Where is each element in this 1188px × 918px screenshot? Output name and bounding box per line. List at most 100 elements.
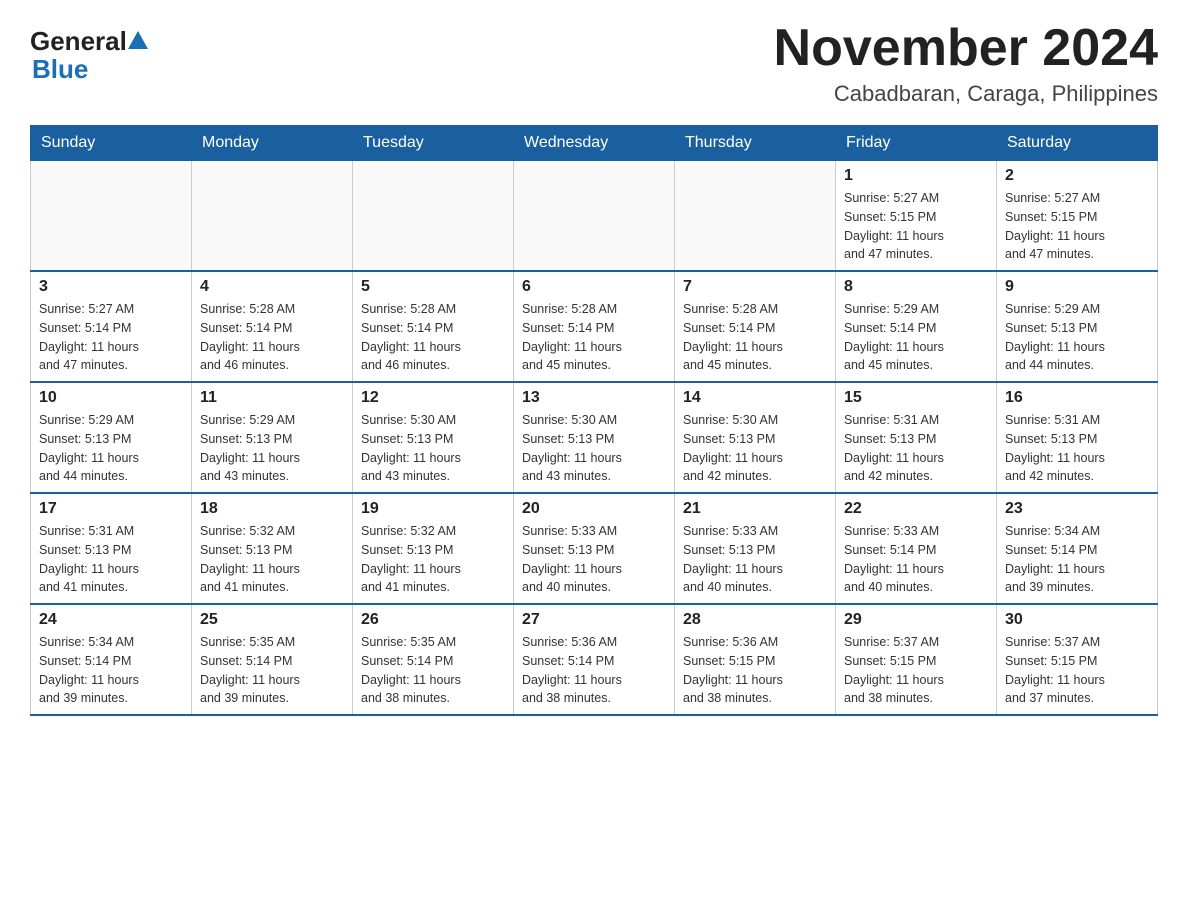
day-info: Sunrise: 5:37 AMSunset: 5:15 PMDaylight:… bbox=[1005, 633, 1149, 708]
table-row: 22 Sunrise: 5:33 AMSunset: 5:14 PMDayligh… bbox=[836, 493, 997, 604]
day-info: Sunrise: 5:31 AMSunset: 5:13 PMDaylight:… bbox=[844, 411, 988, 486]
table-row: 26 Sunrise: 5:35 AMSunset: 5:14 PMDayligh… bbox=[353, 604, 514, 715]
day-number: 20 bbox=[522, 500, 666, 518]
day-number: 2 bbox=[1005, 167, 1149, 185]
table-row: 4 Sunrise: 5:28 AMSunset: 5:14 PMDaylight… bbox=[192, 271, 353, 382]
day-info: Sunrise: 5:33 AMSunset: 5:14 PMDaylight:… bbox=[844, 522, 988, 597]
day-info: Sunrise: 5:27 AMSunset: 5:15 PMDaylight:… bbox=[844, 189, 988, 264]
col-saturday: Saturday bbox=[997, 126, 1158, 161]
day-info: Sunrise: 5:34 AMSunset: 5:14 PMDaylight:… bbox=[1005, 522, 1149, 597]
day-number: 5 bbox=[361, 278, 505, 296]
logo-blue-text: Blue bbox=[32, 54, 88, 85]
day-info: Sunrise: 5:36 AMSunset: 5:15 PMDaylight:… bbox=[683, 633, 827, 708]
day-info: Sunrise: 5:30 AMSunset: 5:13 PMDaylight:… bbox=[683, 411, 827, 486]
day-info: Sunrise: 5:33 AMSunset: 5:13 PMDaylight:… bbox=[683, 522, 827, 597]
table-row bbox=[353, 161, 514, 272]
day-info: Sunrise: 5:29 AMSunset: 5:14 PMDaylight:… bbox=[844, 300, 988, 375]
table-row: 17Sunrise: 5:31 AMSunset: 5:13 PMDayligh… bbox=[31, 493, 192, 604]
day-number: 4 bbox=[200, 278, 344, 296]
week-row-3: 10 Sunrise: 5:29 AMSunset: 5:13 PMDayligh… bbox=[31, 382, 1158, 493]
day-info: Sunrise: 5:29 AMSunset: 5:13 PMDaylight:… bbox=[39, 411, 183, 486]
table-row: 27Sunrise: 5:36 AMSunset: 5:14 PMDayligh… bbox=[514, 604, 675, 715]
table-row: 7Sunrise: 5:28 AMSunset: 5:14 PMDaylight… bbox=[675, 271, 836, 382]
day-number: 12 bbox=[361, 389, 505, 407]
day-info: Sunrise: 5:32 AMSunset: 5:13 PMDaylight:… bbox=[200, 522, 344, 597]
calendar-header: Sunday Monday Tuesday Wednesday Thursday… bbox=[31, 126, 1158, 161]
table-row: 9 Sunrise: 5:29 AMSunset: 5:13 PMDaylight… bbox=[997, 271, 1158, 382]
day-number: 6 bbox=[522, 278, 666, 296]
day-info: Sunrise: 5:28 AMSunset: 5:14 PMDaylight:… bbox=[522, 300, 666, 375]
table-row: 11Sunrise: 5:29 AMSunset: 5:13 PMDayligh… bbox=[192, 382, 353, 493]
day-number: 30 bbox=[1005, 611, 1149, 629]
table-row: 28Sunrise: 5:36 AMSunset: 5:15 PMDayligh… bbox=[675, 604, 836, 715]
table-row: 6 Sunrise: 5:28 AMSunset: 5:14 PMDaylight… bbox=[514, 271, 675, 382]
day-info: Sunrise: 5:33 AMSunset: 5:13 PMDaylight:… bbox=[522, 522, 666, 597]
day-number: 21 bbox=[683, 500, 827, 518]
day-number: 3 bbox=[39, 278, 183, 296]
logo-area: General Blue bbox=[30, 20, 149, 85]
day-number: 18 bbox=[200, 500, 344, 518]
day-number: 7 bbox=[683, 278, 827, 296]
table-row: 24 Sunrise: 5:34 AMSunset: 5:14 PMDayligh… bbox=[31, 604, 192, 715]
day-number: 11 bbox=[200, 389, 344, 407]
week-row-2: 3 Sunrise: 5:27 AMSunset: 5:14 PMDaylight… bbox=[31, 271, 1158, 382]
table-row bbox=[675, 161, 836, 272]
logo-line1: General bbox=[30, 28, 149, 54]
table-row: 29Sunrise: 5:37 AMSunset: 5:15 PMDayligh… bbox=[836, 604, 997, 715]
day-info: Sunrise: 5:28 AMSunset: 5:14 PMDaylight:… bbox=[200, 300, 344, 375]
day-number: 16 bbox=[1005, 389, 1149, 407]
day-number: 14 bbox=[683, 389, 827, 407]
day-number: 22 bbox=[844, 500, 988, 518]
col-wednesday: Wednesday bbox=[514, 126, 675, 161]
table-row: 5 Sunrise: 5:28 AMSunset: 5:14 PMDaylight… bbox=[353, 271, 514, 382]
day-number: 25 bbox=[200, 611, 344, 629]
page-title: November 2024 bbox=[774, 20, 1158, 77]
week-row-1: 1 Sunrise: 5:27 AMSunset: 5:15 PMDaylight… bbox=[31, 161, 1158, 272]
table-row: 13 Sunrise: 5:30 AMSunset: 5:13 PMDayligh… bbox=[514, 382, 675, 493]
day-number: 15 bbox=[844, 389, 988, 407]
header-row: Sunday Monday Tuesday Wednesday Thursday… bbox=[31, 126, 1158, 161]
day-info: Sunrise: 5:30 AMSunset: 5:13 PMDaylight:… bbox=[522, 411, 666, 486]
day-number: 26 bbox=[361, 611, 505, 629]
table-row: 8 Sunrise: 5:29 AMSunset: 5:14 PMDaylight… bbox=[836, 271, 997, 382]
day-number: 29 bbox=[844, 611, 988, 629]
day-info: Sunrise: 5:28 AMSunset: 5:14 PMDaylight:… bbox=[361, 300, 505, 375]
day-number: 24 bbox=[39, 611, 183, 629]
day-info: Sunrise: 5:35 AMSunset: 5:14 PMDaylight:… bbox=[200, 633, 344, 708]
week-row-5: 24 Sunrise: 5:34 AMSunset: 5:14 PMDayligh… bbox=[31, 604, 1158, 715]
table-row: 10 Sunrise: 5:29 AMSunset: 5:13 PMDayligh… bbox=[31, 382, 192, 493]
day-number: 10 bbox=[39, 389, 183, 407]
table-row bbox=[31, 161, 192, 272]
day-info: Sunrise: 5:34 AMSunset: 5:14 PMDaylight:… bbox=[39, 633, 183, 708]
day-number: 9 bbox=[1005, 278, 1149, 296]
logo-general-text: General bbox=[30, 28, 127, 54]
calendar-body: 1 Sunrise: 5:27 AMSunset: 5:15 PMDaylight… bbox=[31, 161, 1158, 716]
table-row: 2 Sunrise: 5:27 AMSunset: 5:15 PMDaylight… bbox=[997, 161, 1158, 272]
table-row: 21 Sunrise: 5:33 AMSunset: 5:13 PMDayligh… bbox=[675, 493, 836, 604]
table-row: 12 Sunrise: 5:30 AMSunset: 5:13 PMDayligh… bbox=[353, 382, 514, 493]
day-info: Sunrise: 5:30 AMSunset: 5:13 PMDaylight:… bbox=[361, 411, 505, 486]
col-thursday: Thursday bbox=[675, 126, 836, 161]
day-info: Sunrise: 5:27 AMSunset: 5:14 PMDaylight:… bbox=[39, 300, 183, 375]
title-area: November 2024 Cabadbaran, Caraga, Philip… bbox=[774, 20, 1158, 107]
table-row bbox=[192, 161, 353, 272]
table-row: 25 Sunrise: 5:35 AMSunset: 5:14 PMDayligh… bbox=[192, 604, 353, 715]
table-row: 14 Sunrise: 5:30 AMSunset: 5:13 PMDayligh… bbox=[675, 382, 836, 493]
day-number: 27 bbox=[522, 611, 666, 629]
page-subtitle: Cabadbaran, Caraga, Philippines bbox=[774, 81, 1158, 107]
day-number: 8 bbox=[844, 278, 988, 296]
table-row: 16Sunrise: 5:31 AMSunset: 5:13 PMDayligh… bbox=[997, 382, 1158, 493]
table-row: 23Sunrise: 5:34 AMSunset: 5:14 PMDayligh… bbox=[997, 493, 1158, 604]
col-friday: Friday bbox=[836, 126, 997, 161]
day-number: 19 bbox=[361, 500, 505, 518]
day-info: Sunrise: 5:29 AMSunset: 5:13 PMDaylight:… bbox=[1005, 300, 1149, 375]
table-row bbox=[514, 161, 675, 272]
day-info: Sunrise: 5:35 AMSunset: 5:14 PMDaylight:… bbox=[361, 633, 505, 708]
table-row: 3 Sunrise: 5:27 AMSunset: 5:14 PMDaylight… bbox=[31, 271, 192, 382]
col-monday: Monday bbox=[192, 126, 353, 161]
day-info: Sunrise: 5:27 AMSunset: 5:15 PMDaylight:… bbox=[1005, 189, 1149, 264]
day-number: 1 bbox=[844, 167, 988, 185]
day-number: 17 bbox=[39, 500, 183, 518]
col-tuesday: Tuesday bbox=[353, 126, 514, 161]
day-number: 13 bbox=[522, 389, 666, 407]
